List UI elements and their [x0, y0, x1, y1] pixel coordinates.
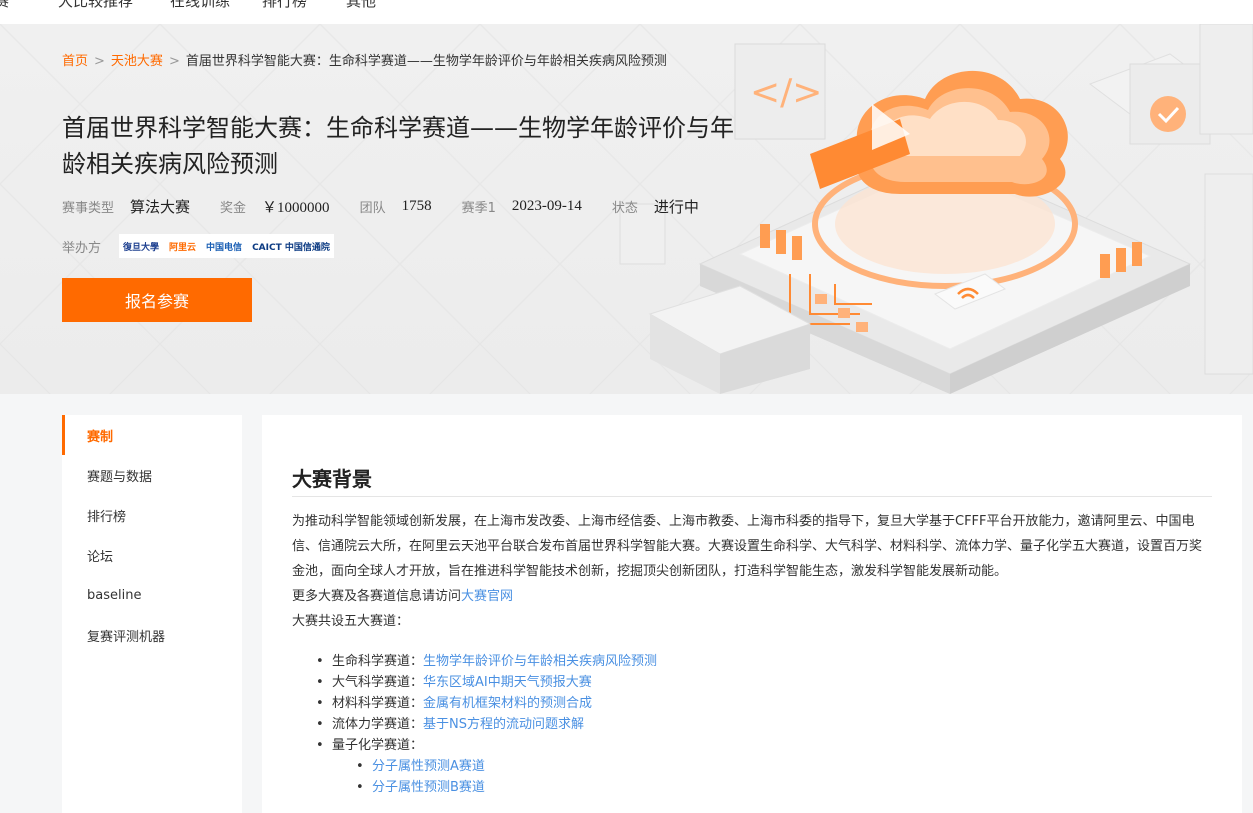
- breadcrumb-tianchi-link[interactable]: 天池大赛: [111, 54, 163, 69]
- status-value: 进行中: [653, 197, 699, 216]
- intro-paragraph: 为推动科学智能领域创新发展，在上海市发改委、上海市经信委、上海市教委、上海市科委…: [292, 514, 1203, 579]
- sub-list-item: 分子属性预测B赛道: [292, 777, 1212, 798]
- team-label: 团队: [359, 200, 386, 216]
- sidebar-item-eval-machine[interactable]: 复赛评测机器: [62, 615, 242, 655]
- nav-item-4[interactable]: 其他: [346, 0, 376, 11]
- list-item: 流体力学赛道：基于NS方程的流动问题求解: [292, 714, 1212, 735]
- breadcrumb: 首页 > 天池大赛 > 首届世界科学智能大赛：生命科学赛道——生物学年龄评价与年龄相关疾…: [62, 50, 667, 69]
- track-link-atmosphere[interactable]: 华东区域AI中期天气预报大赛: [423, 675, 592, 690]
- organizer-label: 举办方: [62, 240, 102, 256]
- team-value: 1758: [401, 197, 432, 214]
- sidebar-item-problem-data[interactable]: 赛题与数据: [62, 455, 242, 495]
- aliyun-logo: 阿里云: [169, 242, 197, 253]
- track-link-fluid[interactable]: 基于NS方程的流动问题求解: [423, 717, 584, 732]
- hero-banner: </> 首页 > 天池大赛 > 首届世界科学智能大赛：生命科学赛道——生物学年龄评价与年…: [0, 24, 1253, 394]
- sidebar-item-baseline[interactable]: baseline: [62, 575, 242, 615]
- caict-logo: CAICT 中国信通院: [252, 242, 330, 253]
- top-nav: 赛 大比较推荐 在线训练 排行榜 其他: [0, 0, 1253, 24]
- track-name: 流体力学赛道：: [332, 717, 424, 732]
- breadcrumb-home-link[interactable]: 首页: [62, 54, 88, 69]
- type-label: 赛事类型: [62, 200, 115, 216]
- status-label: 状态: [611, 200, 638, 216]
- section-divider: [292, 496, 1212, 497]
- track-name: 大气科学赛道：: [332, 675, 424, 690]
- nav-item-1[interactable]: 大比较推荐: [58, 0, 133, 11]
- nav-item-2[interactable]: 在线训练: [170, 0, 230, 11]
- track-name: 生命科学赛道：: [332, 654, 424, 669]
- tracks-intro: 大赛共设五大赛道：: [292, 614, 410, 629]
- sidebar: 赛制 赛题与数据 排行榜 论坛 baseline 复赛评测机器: [62, 415, 242, 813]
- track-link-materials[interactable]: 金属有机框架材料的预测合成: [423, 696, 592, 711]
- list-item: 生命科学赛道：生物学年龄评价与年龄相关疾病风险预测: [292, 651, 1212, 672]
- sidebar-item-forum[interactable]: 论坛: [62, 535, 242, 575]
- breadcrumb-separator: >: [168, 54, 180, 69]
- sidebar-item-rules[interactable]: 赛制: [62, 415, 242, 455]
- nav-item-0[interactable]: 赛: [0, 0, 9, 11]
- svg-text:</>: </>: [750, 72, 822, 113]
- main-content: 大赛背景 为推动科学智能领域创新发展，在上海市发改委、上海市经信委、上海市教委、…: [262, 415, 1242, 813]
- list-item: 量子化学赛道：: [292, 735, 1212, 756]
- subtrack-link-b[interactable]: 分子属性预测B赛道: [372, 780, 485, 795]
- season-label: 赛季1: [461, 200, 496, 216]
- sub-list-item: 分子属性预测A赛道: [292, 756, 1212, 777]
- track-name: 量子化学赛道：: [332, 738, 424, 753]
- official-site-prefix: 更多大赛及各赛道信息请访问: [292, 589, 462, 604]
- official-site-line: 更多大赛及各赛道信息请访问大赛官网: [292, 584, 1212, 609]
- section-title: 大赛背景: [292, 467, 372, 491]
- track-name: 材料科学赛道：: [332, 696, 424, 711]
- fudan-logo: 復旦大學: [123, 242, 160, 253]
- nav-item-3[interactable]: 排行榜: [262, 0, 307, 11]
- competition-meta: 赛事类型 算法大赛 奖金 ￥1000000 团队 1758 赛季1 2023-0…: [62, 196, 729, 216]
- list-item: 大气科学赛道：华东区域AI中期天气预报大赛: [292, 672, 1212, 693]
- signup-button[interactable]: 报名参赛: [62, 278, 252, 322]
- type-value: 算法大赛: [130, 197, 191, 216]
- china-telecom-logo: 中国电信: [206, 242, 243, 253]
- prize-value: ￥1000000: [262, 199, 330, 216]
- breadcrumb-current: 首届世界科学智能大赛：生命科学赛道——生物学年龄评价与年龄相关疾病风险预测: [185, 54, 667, 69]
- background-text: 为推动科学智能领域创新发展，在上海市发改委、上海市经信委、上海市教委、上海市科委…: [292, 509, 1212, 634]
- page-title: 首届世界科学智能大赛：生命科学赛道——生物学年龄评价与年龄相关疾病风险预测: [62, 114, 734, 178]
- subtrack-link-a[interactable]: 分子属性预测A赛道: [372, 759, 485, 774]
- organizer-logos: 復旦大學 阿里云 中国电信 CAICT 中国信通院: [119, 234, 334, 258]
- prize-label: 奖金: [220, 200, 247, 216]
- track-link-life-science[interactable]: 生物学年龄评价与年龄相关疾病风险预测: [423, 654, 657, 669]
- breadcrumb-separator: >: [94, 54, 105, 69]
- organizers: 举办方 復旦大學 阿里云 中国电信 CAICT 中国信通院: [62, 234, 334, 258]
- track-list: 生命科学赛道：生物学年龄评价与年龄相关疾病风险预测 大气科学赛道：华东区域AI中…: [292, 651, 1212, 798]
- official-site-link[interactable]: 大赛官网: [461, 589, 513, 604]
- season-value: 2023-09-14: [511, 197, 582, 214]
- sidebar-item-leaderboard[interactable]: 排行榜: [62, 495, 242, 535]
- list-item: 材料科学赛道：金属有机框架材料的预测合成: [292, 693, 1212, 714]
